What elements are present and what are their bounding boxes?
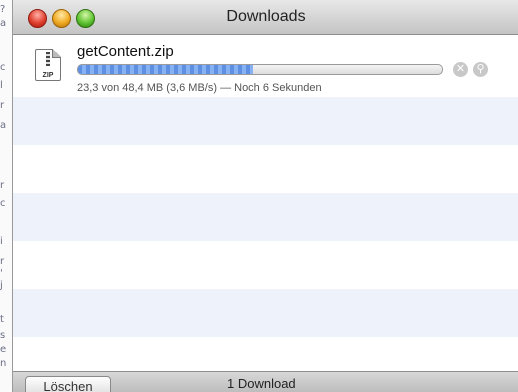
download-filename: getContent.zip [77,43,174,60]
stop-download-icon[interactable]: ✕ [453,62,468,77]
background-text: r [0,100,5,111]
background-text: e [0,344,7,355]
background-text: j [0,280,3,291]
empty-row [13,289,518,337]
zipper-icon [46,52,50,66]
file-type-label: ZIP [42,72,54,79]
background-text: ? [0,4,6,15]
background-text: i [0,236,3,247]
downloads-window: Downloads ZIP getContent.zip 23,3 von 48… [12,0,518,392]
download-item[interactable]: ZIP getContent.zip 23,3 von 48,4 MB (3,6… [13,35,518,97]
bottom-bar: Löschen 1 Download [13,371,518,392]
background-text: a [0,120,7,131]
download-progress-fill [78,65,253,74]
background-text: r [0,256,5,267]
background-text: c [0,198,6,209]
empty-row [13,145,518,193]
download-progress-bar [77,64,443,75]
background-text: r [0,180,5,191]
empty-row [13,337,518,371]
background-text: c [0,62,6,73]
download-count: 1 Download [227,376,296,391]
background-text: l [0,80,3,91]
background-text: t [0,314,4,325]
page-fold-icon [52,49,61,58]
empty-row [13,193,518,241]
zip-file-icon: ZIP [35,49,61,81]
background-text: s [0,330,6,341]
download-status: 23,3 von 48,4 MB (3,6 MB/s) — Noch 6 Sek… [77,82,322,94]
background-text: ' [0,268,3,279]
background-text: n [0,358,7,369]
window-title: Downloads [226,8,306,25]
empty-row [13,97,518,145]
title-bar[interactable]: Downloads [13,0,518,35]
clear-button[interactable]: Löschen [25,376,111,392]
downloads-list[interactable]: ZIP getContent.zip 23,3 von 48,4 MB (3,6… [13,35,518,371]
empty-row [13,241,518,289]
reveal-in-finder-icon[interactable]: ⚲ [473,62,488,77]
background-text: a [0,18,7,29]
background-window-edge: ? a c l r a r c i r ' j t s e n [0,0,12,392]
